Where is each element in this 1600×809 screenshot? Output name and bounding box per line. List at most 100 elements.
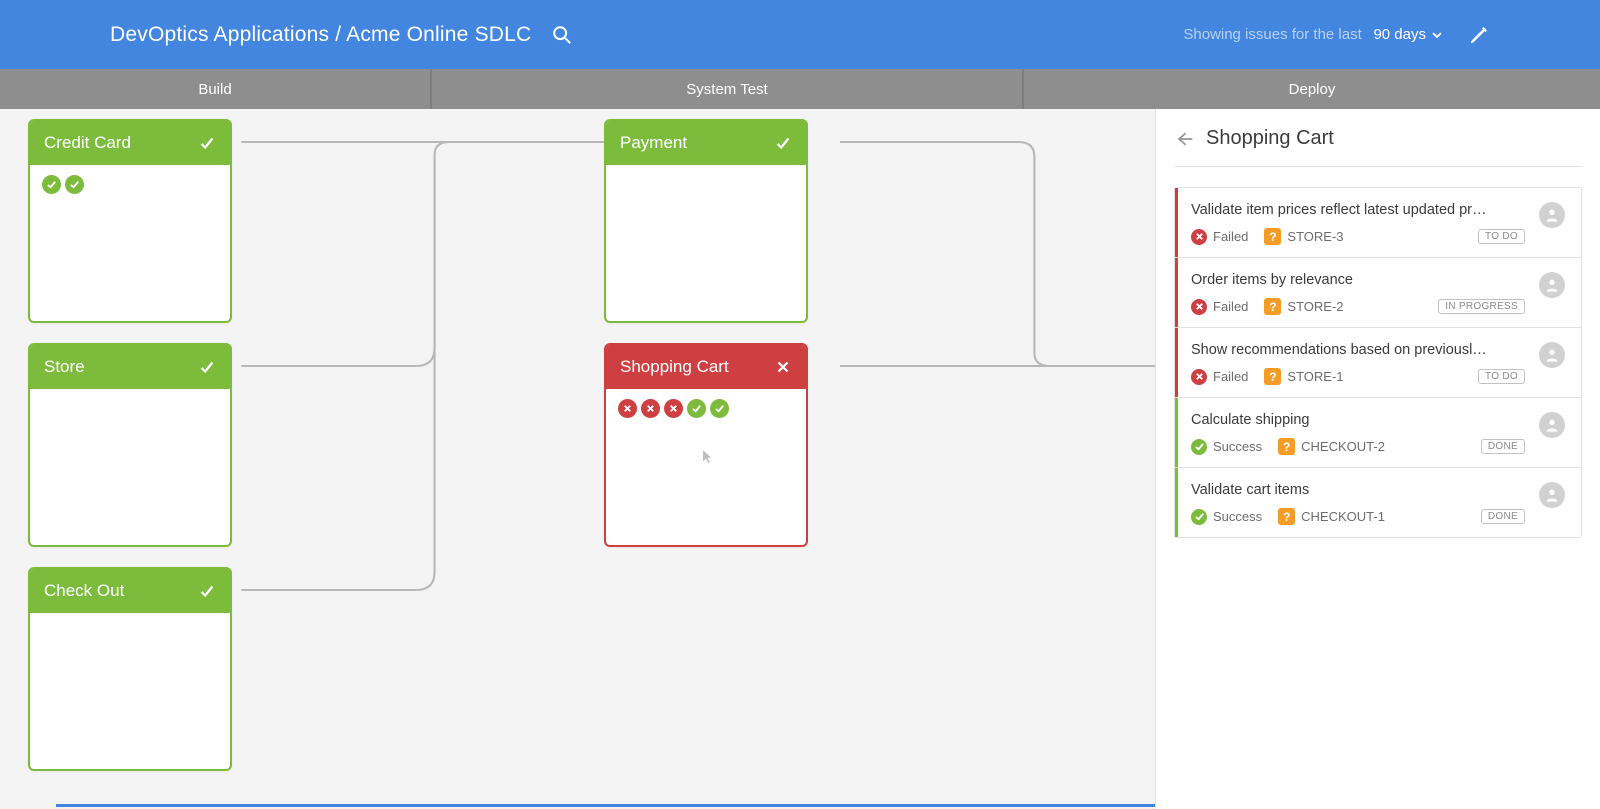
issue-item[interactable]: Validate cart items Success ? CHECKOUT-1… bbox=[1175, 468, 1581, 537]
issue-title: Show recommendations based on previousl… bbox=[1191, 342, 1525, 358]
check-icon bbox=[774, 134, 792, 152]
issue-list: Validate item prices reflect latest upda… bbox=[1174, 187, 1582, 538]
check-icon bbox=[198, 358, 216, 376]
panel-title: Shopping Cart bbox=[1206, 127, 1334, 150]
showing-issues-text: Showing issues for the last bbox=[1183, 26, 1361, 43]
ticket-type-icon: ? bbox=[1264, 228, 1281, 245]
card-payment[interactable]: Payment bbox=[604, 119, 808, 323]
run-dot-failed[interactable] bbox=[618, 399, 637, 418]
assignee-avatar[interactable] bbox=[1539, 412, 1565, 438]
tab-system-test-label: System Test bbox=[686, 81, 767, 98]
assignee-avatar[interactable] bbox=[1539, 482, 1565, 508]
issue-ticket[interactable]: ? STORE-2 bbox=[1264, 298, 1343, 315]
issue-ticket-id: STORE-3 bbox=[1287, 229, 1343, 244]
issue-ticket-id: STORE-2 bbox=[1287, 299, 1343, 314]
showing-issues-label: Showing issues for the last 90 days bbox=[1183, 26, 1442, 43]
issue-body: Validate cart items Success ? CHECKOUT-1… bbox=[1191, 482, 1525, 525]
issue-body: Order items by relevance Failed ? STORE-… bbox=[1191, 272, 1525, 315]
issue-ticket[interactable]: ? STORE-1 bbox=[1264, 368, 1343, 385]
card-store[interactable]: Store bbox=[28, 343, 232, 547]
run-dot-failed[interactable] bbox=[641, 399, 660, 418]
card-header: Payment bbox=[606, 121, 806, 165]
assignee-avatar[interactable] bbox=[1539, 202, 1565, 228]
issue-status-text: Success bbox=[1213, 509, 1262, 524]
issue-state-chip: DONE bbox=[1481, 509, 1525, 524]
issue-status-text: Failed bbox=[1213, 229, 1248, 244]
run-dot-failed[interactable] bbox=[664, 399, 683, 418]
issue-state-chip: DONE bbox=[1481, 439, 1525, 454]
run-dot-success[interactable] bbox=[65, 175, 84, 194]
issue-status: Failed bbox=[1191, 369, 1248, 385]
failed-icon bbox=[1191, 369, 1207, 385]
breadcrumb[interactable]: DevOptics Applications / Acme Online SDL… bbox=[110, 23, 531, 47]
issue-title: Calculate shipping bbox=[1191, 412, 1525, 428]
issue-item[interactable]: Show recommendations based on previousl…… bbox=[1175, 328, 1581, 398]
card-body bbox=[606, 389, 806, 547]
issue-status-text: Failed bbox=[1213, 299, 1248, 314]
assignee-avatar[interactable] bbox=[1539, 272, 1565, 298]
issue-title: Validate item prices reflect latest upda… bbox=[1191, 202, 1525, 218]
pipeline-canvas[interactable]: Credit Card Payment Store bbox=[0, 109, 1155, 809]
issue-item[interactable]: Order items by relevance Failed ? STORE-… bbox=[1175, 258, 1581, 328]
issue-ticket[interactable]: ? CHECKOUT-1 bbox=[1278, 508, 1385, 525]
card-body bbox=[30, 613, 230, 771]
tab-build[interactable]: Build bbox=[0, 69, 432, 109]
card-header: Store bbox=[30, 345, 230, 389]
issue-status: Failed bbox=[1191, 229, 1248, 245]
issue-meta: Failed ? STORE-2 IN PROGRESS bbox=[1191, 298, 1525, 315]
issue-body: Calculate shipping Success ? CHECKOUT-2 … bbox=[1191, 412, 1525, 455]
issue-body: Validate item prices reflect latest upda… bbox=[1191, 202, 1525, 245]
breadcrumb-project: Acme Online SDLC bbox=[346, 23, 531, 46]
issue-status-text: Success bbox=[1213, 439, 1262, 454]
run-dot-success[interactable] bbox=[687, 399, 706, 418]
issue-ticket-id: CHECKOUT-1 bbox=[1301, 509, 1385, 524]
ticket-type-icon: ? bbox=[1278, 438, 1295, 455]
issue-item[interactable]: Validate item prices reflect latest upda… bbox=[1175, 188, 1581, 258]
edit-icon[interactable] bbox=[1468, 24, 1490, 46]
details-panel: Shopping Cart Validate item prices refle… bbox=[1155, 109, 1600, 809]
issue-meta: Success ? CHECKOUT-1 DONE bbox=[1191, 508, 1525, 525]
issue-item[interactable]: Calculate shipping Success ? CHECKOUT-2 … bbox=[1175, 398, 1581, 468]
header-right: Showing issues for the last 90 days bbox=[1183, 24, 1490, 46]
card-check-out[interactable]: Check Out bbox=[28, 567, 232, 771]
card-header: Shopping Cart bbox=[606, 345, 806, 389]
issue-ticket-id: STORE-1 bbox=[1287, 369, 1343, 384]
issue-status: Failed bbox=[1191, 299, 1248, 315]
panel-header: Shopping Cart bbox=[1174, 127, 1582, 167]
card-credit-card[interactable]: Credit Card bbox=[28, 119, 232, 323]
ticket-type-icon: ? bbox=[1264, 298, 1281, 315]
issue-ticket[interactable]: ? CHECKOUT-2 bbox=[1278, 438, 1385, 455]
tab-deploy[interactable]: Deploy bbox=[1024, 69, 1600, 109]
card-header: Credit Card bbox=[30, 121, 230, 165]
search-icon[interactable] bbox=[551, 24, 573, 46]
issue-meta: Failed ? STORE-3 TO DO bbox=[1191, 228, 1525, 245]
date-range-selector[interactable]: 90 days bbox=[1373, 26, 1442, 43]
run-dot-success[interactable] bbox=[710, 399, 729, 418]
card-body bbox=[30, 389, 230, 547]
issue-title: Order items by relevance bbox=[1191, 272, 1525, 288]
card-title: Check Out bbox=[44, 581, 124, 601]
card-title: Payment bbox=[620, 133, 687, 153]
run-dot-success[interactable] bbox=[42, 175, 61, 194]
issue-status: Success bbox=[1191, 439, 1262, 455]
issue-ticket[interactable]: ? STORE-3 bbox=[1264, 228, 1343, 245]
issue-state-chip: IN PROGRESS bbox=[1438, 299, 1525, 314]
card-title: Credit Card bbox=[44, 133, 131, 153]
issue-state-chip: TO DO bbox=[1478, 229, 1525, 244]
ticket-type-icon: ? bbox=[1264, 368, 1281, 385]
tab-build-label: Build bbox=[198, 81, 231, 98]
issue-meta: Failed ? STORE-1 TO DO bbox=[1191, 368, 1525, 385]
chevron-down-icon bbox=[1432, 30, 1442, 40]
main: Credit Card Payment Store bbox=[0, 109, 1600, 809]
ticket-type-icon: ? bbox=[1278, 508, 1295, 525]
card-header: Check Out bbox=[30, 569, 230, 613]
issue-status-text: Failed bbox=[1213, 369, 1248, 384]
assignee-avatar[interactable] bbox=[1539, 342, 1565, 368]
issue-body: Show recommendations based on previousl…… bbox=[1191, 342, 1525, 385]
back-arrow-icon[interactable] bbox=[1174, 129, 1194, 149]
tab-system-test[interactable]: System Test bbox=[432, 69, 1024, 109]
tab-deploy-label: Deploy bbox=[1289, 81, 1336, 98]
breadcrumb-sep: / bbox=[329, 23, 346, 46]
card-shopping-cart[interactable]: Shopping Cart bbox=[604, 343, 808, 547]
issue-status: Success bbox=[1191, 509, 1262, 525]
